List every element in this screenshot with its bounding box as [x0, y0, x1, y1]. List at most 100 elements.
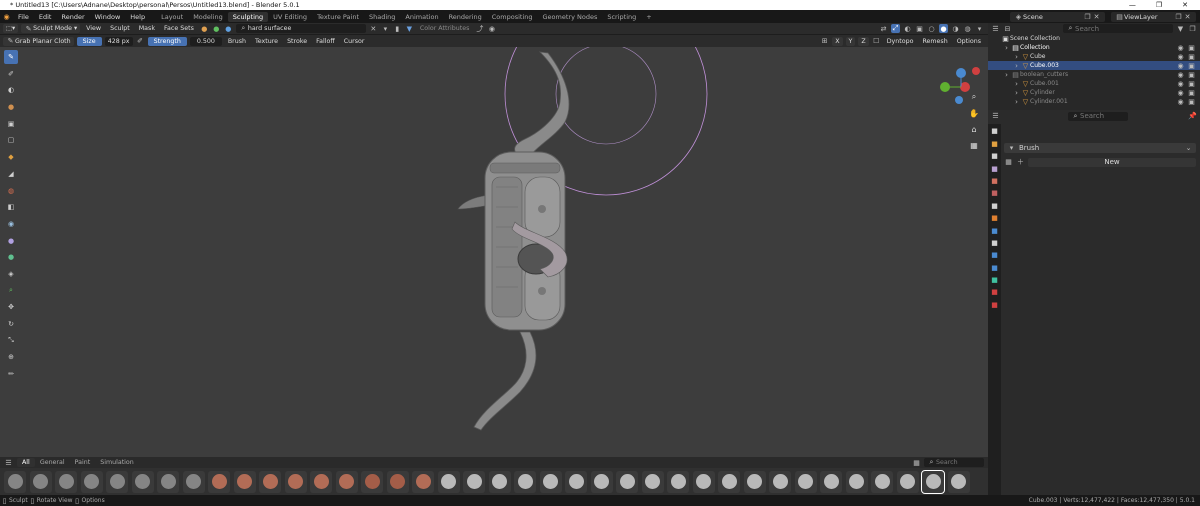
outliner-display-icon[interactable]: ⊟ — [1003, 24, 1012, 33]
expand-arrow-icon[interactable]: › — [1002, 43, 1011, 52]
menu-texture[interactable]: Texture — [252, 38, 281, 45]
brush-thumb-clay[interactable] — [55, 470, 77, 493]
expand-arrow-icon[interactable] — [992, 34, 1001, 43]
properties-tab-12[interactable]: ■ — [990, 275, 1000, 285]
brush-thumb-rotate[interactable] — [565, 470, 587, 493]
brush-thumb-paint[interactable] — [871, 470, 893, 493]
brush-thumb-texture-2[interactable] — [386, 470, 409, 493]
properties-search-input[interactable]: ⌕ Search — [1068, 111, 1128, 121]
brush-thumb-pose[interactable] — [514, 470, 536, 493]
expand-arrow-icon[interactable]: › — [1012, 52, 1021, 61]
tab-texture-paint[interactable]: Texture Paint — [312, 12, 364, 22]
visibility-eye-icon[interactable]: ◉ — [1176, 61, 1185, 70]
camera-view-icon[interactable]: ⌂ — [968, 123, 980, 135]
color-attributes-label[interactable]: Color Attributes — [417, 25, 473, 32]
line-project-tool[interactable]: ◍ — [4, 184, 18, 198]
asset-search-input[interactable]: ⌕ hard surfacee — [235, 24, 366, 33]
brush-thumb-mask[interactable] — [692, 470, 715, 493]
rendered-shading-icon[interactable]: ◍ — [963, 24, 972, 33]
menu-brush[interactable]: Brush — [225, 38, 249, 45]
brush-thumb-scrape[interactable] — [284, 470, 307, 493]
tab-sculpting[interactable]: Sculpting — [227, 11, 269, 22]
outliner-row[interactable]: › ▤ boolean_cutters ◉ ▣ — [988, 70, 1200, 79]
visibility-eye-icon[interactable]: ◉ — [1176, 88, 1185, 97]
menu-stroke[interactable]: Stroke — [284, 38, 310, 45]
blender-logo-icon[interactable]: ◉ — [2, 12, 11, 21]
tab-layout[interactable]: Layout — [156, 12, 188, 22]
grid-view-icon[interactable]: ▦ — [968, 139, 980, 151]
bookmark-icon[interactable]: ▮ — [393, 24, 402, 33]
brush-thumb-thumb[interactable] — [488, 470, 511, 493]
render-camera-icon[interactable]: ▣ — [1187, 97, 1196, 106]
brush-thumb-draw-sharp[interactable] — [29, 470, 52, 493]
xray-icon[interactable]: ▣ — [915, 24, 924, 33]
properties-tab-8[interactable]: ■ — [990, 226, 1000, 236]
new-collection-icon[interactable]: ❐ — [1188, 24, 1197, 33]
properties-tab-13[interactable]: ■ — [990, 287, 1000, 297]
annotate-tool[interactable]: ✏ — [4, 367, 18, 381]
properties-tab-3[interactable]: ■ — [990, 164, 1000, 174]
remove-layer-icon[interactable]: ✕ — [1183, 12, 1192, 21]
trim-tool[interactable]: ◢ — [4, 167, 18, 181]
outliner-editor-icon[interactable]: ☰ — [991, 24, 1000, 33]
maximize-button[interactable]: ❐ — [1156, 1, 1162, 9]
pin-icon[interactable]: 📌 — [1188, 112, 1197, 121]
zoom-icon[interactable]: ⌕ — [968, 91, 980, 103]
brush-thumb-texture-1[interactable] — [361, 470, 383, 493]
brush-thumb-boundary[interactable] — [616, 470, 638, 493]
transform-tool[interactable]: ⊕ — [4, 350, 18, 364]
brush-thumb-blob-2[interactable] — [437, 470, 460, 493]
tab-scripting[interactable]: Scripting — [602, 12, 641, 22]
tab-uv-editing[interactable]: UV Editing — [268, 12, 312, 22]
brush-thumb-smooth[interactable] — [208, 470, 230, 493]
tab-rendering[interactable]: Rendering — [444, 12, 487, 22]
symmetry-z-toggle[interactable]: Z — [858, 36, 869, 46]
brush-thumb-inflate[interactable] — [131, 470, 154, 493]
brush-thumb-grab-silhouette[interactable] — [794, 470, 817, 493]
annotate-zoom-tool[interactable]: ⌕ — [4, 284, 18, 298]
brush-thumb-orb[interactable] — [412, 470, 434, 493]
color-filter-tool[interactable]: ● — [4, 234, 18, 248]
visibility-eye-icon[interactable]: ◉ — [1176, 79, 1185, 88]
remesh-menu[interactable]: Remesh — [919, 38, 950, 45]
shading-options-icon[interactable]: ▾ — [975, 24, 984, 33]
menu-cursor[interactable]: Cursor — [341, 38, 368, 45]
3d-viewport[interactable]: ⌕ ✋ ⌂ ▦ — [0, 47, 988, 457]
color-tool[interactable]: ● — [4, 100, 18, 114]
render-camera-icon[interactable]: ▣ — [1187, 61, 1196, 70]
face-set-tool[interactable]: ◆ — [4, 150, 18, 164]
box-mask-tool[interactable]: ▣ — [4, 117, 18, 131]
menu-face-sets[interactable]: Face Sets — [161, 25, 197, 32]
dyntopo-checkbox[interactable]: ☐ — [872, 37, 881, 46]
brush-thumb-clay-strips[interactable] — [80, 470, 103, 493]
solid-shading-icon[interactable]: ● — [939, 24, 948, 33]
tab-animation[interactable]: Animation — [400, 12, 443, 22]
brush-thumb-draw-face-set[interactable] — [718, 470, 740, 493]
gizmo-icon[interactable]: ⤢ — [891, 24, 900, 33]
dyntopo-menu[interactable]: Dyntopo — [884, 38, 917, 45]
minimize-button[interactable]: — — [1129, 1, 1136, 9]
menu-view[interactable]: View — [83, 25, 104, 32]
visibility-eye-icon[interactable]: ◉ — [1176, 70, 1185, 79]
outliner-row[interactable]: › ▽ Cube ◉ ▣ — [988, 52, 1200, 61]
size-field[interactable]: 428 px — [104, 36, 133, 46]
editor-type-dropdown[interactable]: ⬚▾ — [3, 24, 19, 33]
outliner-row[interactable]: › ▽ Cylinder.001 ◉ ▣ — [988, 97, 1200, 106]
mask-tool[interactable]: ◐ — [4, 83, 18, 97]
rotate-tool[interactable]: ↻ — [4, 317, 18, 331]
options-menu[interactable]: Options — [954, 38, 984, 45]
visibility-eye-icon[interactable]: ◉ — [1176, 43, 1185, 52]
brush-thumb-elastic[interactable] — [769, 470, 791, 493]
properties-tab-0[interactable]: ■ — [990, 126, 1000, 136]
brush-thumb-nudge[interactable] — [539, 470, 562, 493]
properties-tab-11[interactable]: ■ — [990, 263, 1000, 273]
outliner-row[interactable]: ▣ Scene Collection — [988, 34, 1200, 43]
pan-hand-icon[interactable]: ✋ — [968, 107, 980, 119]
expand-arrow-icon[interactable]: › — [1002, 70, 1011, 79]
outliner-row[interactable]: › ▽ Cube.003 ◉ ▣ — [988, 61, 1200, 70]
outliner-row[interactable]: › ▽ Cube.001 ◉ ▣ — [988, 79, 1200, 88]
symmetry-icon[interactable]: ⊞ — [820, 37, 829, 46]
brush-thumb-fill[interactable] — [259, 470, 281, 493]
render-camera-icon[interactable]: ▣ — [1187, 88, 1196, 97]
outliner-row[interactable]: › ▽ Cylinder ◉ ▣ — [988, 88, 1200, 97]
